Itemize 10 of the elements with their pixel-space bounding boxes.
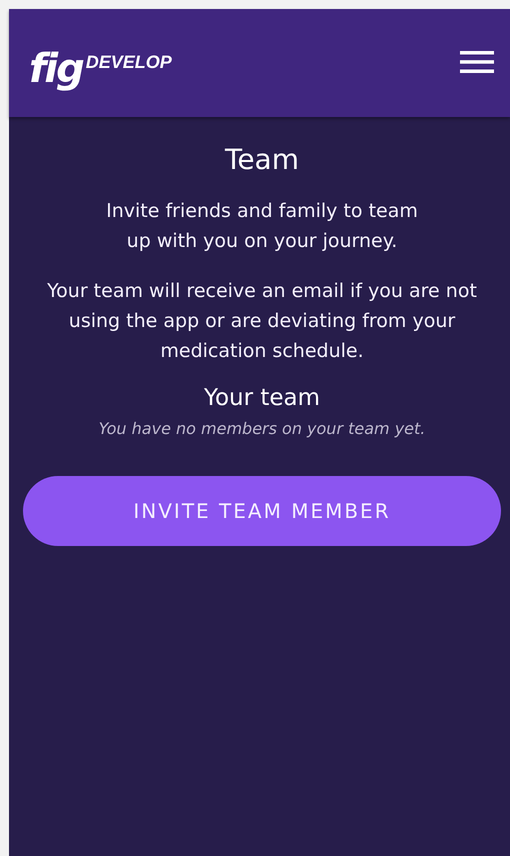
empty-message: You have no members on your team yet. — [98, 419, 426, 438]
logo-subtitle: DEVELOP — [86, 53, 172, 71]
invite-button[interactable]: INVITE TEAM MEMBER — [23, 476, 501, 546]
logo-text: fig — [29, 49, 83, 89]
page-title: Team — [224, 143, 299, 176]
menu-icon — [460, 50, 494, 74]
intro-text: Invite friends and family to team up with you on your journey. — [105, 199, 419, 254]
section-heading: Your team — [204, 385, 320, 411]
menu-button[interactable] — [460, 50, 494, 76]
info-text: Your team will receive an email if you are not using the app or are deviating from your medication schedule. — [47, 279, 477, 364]
